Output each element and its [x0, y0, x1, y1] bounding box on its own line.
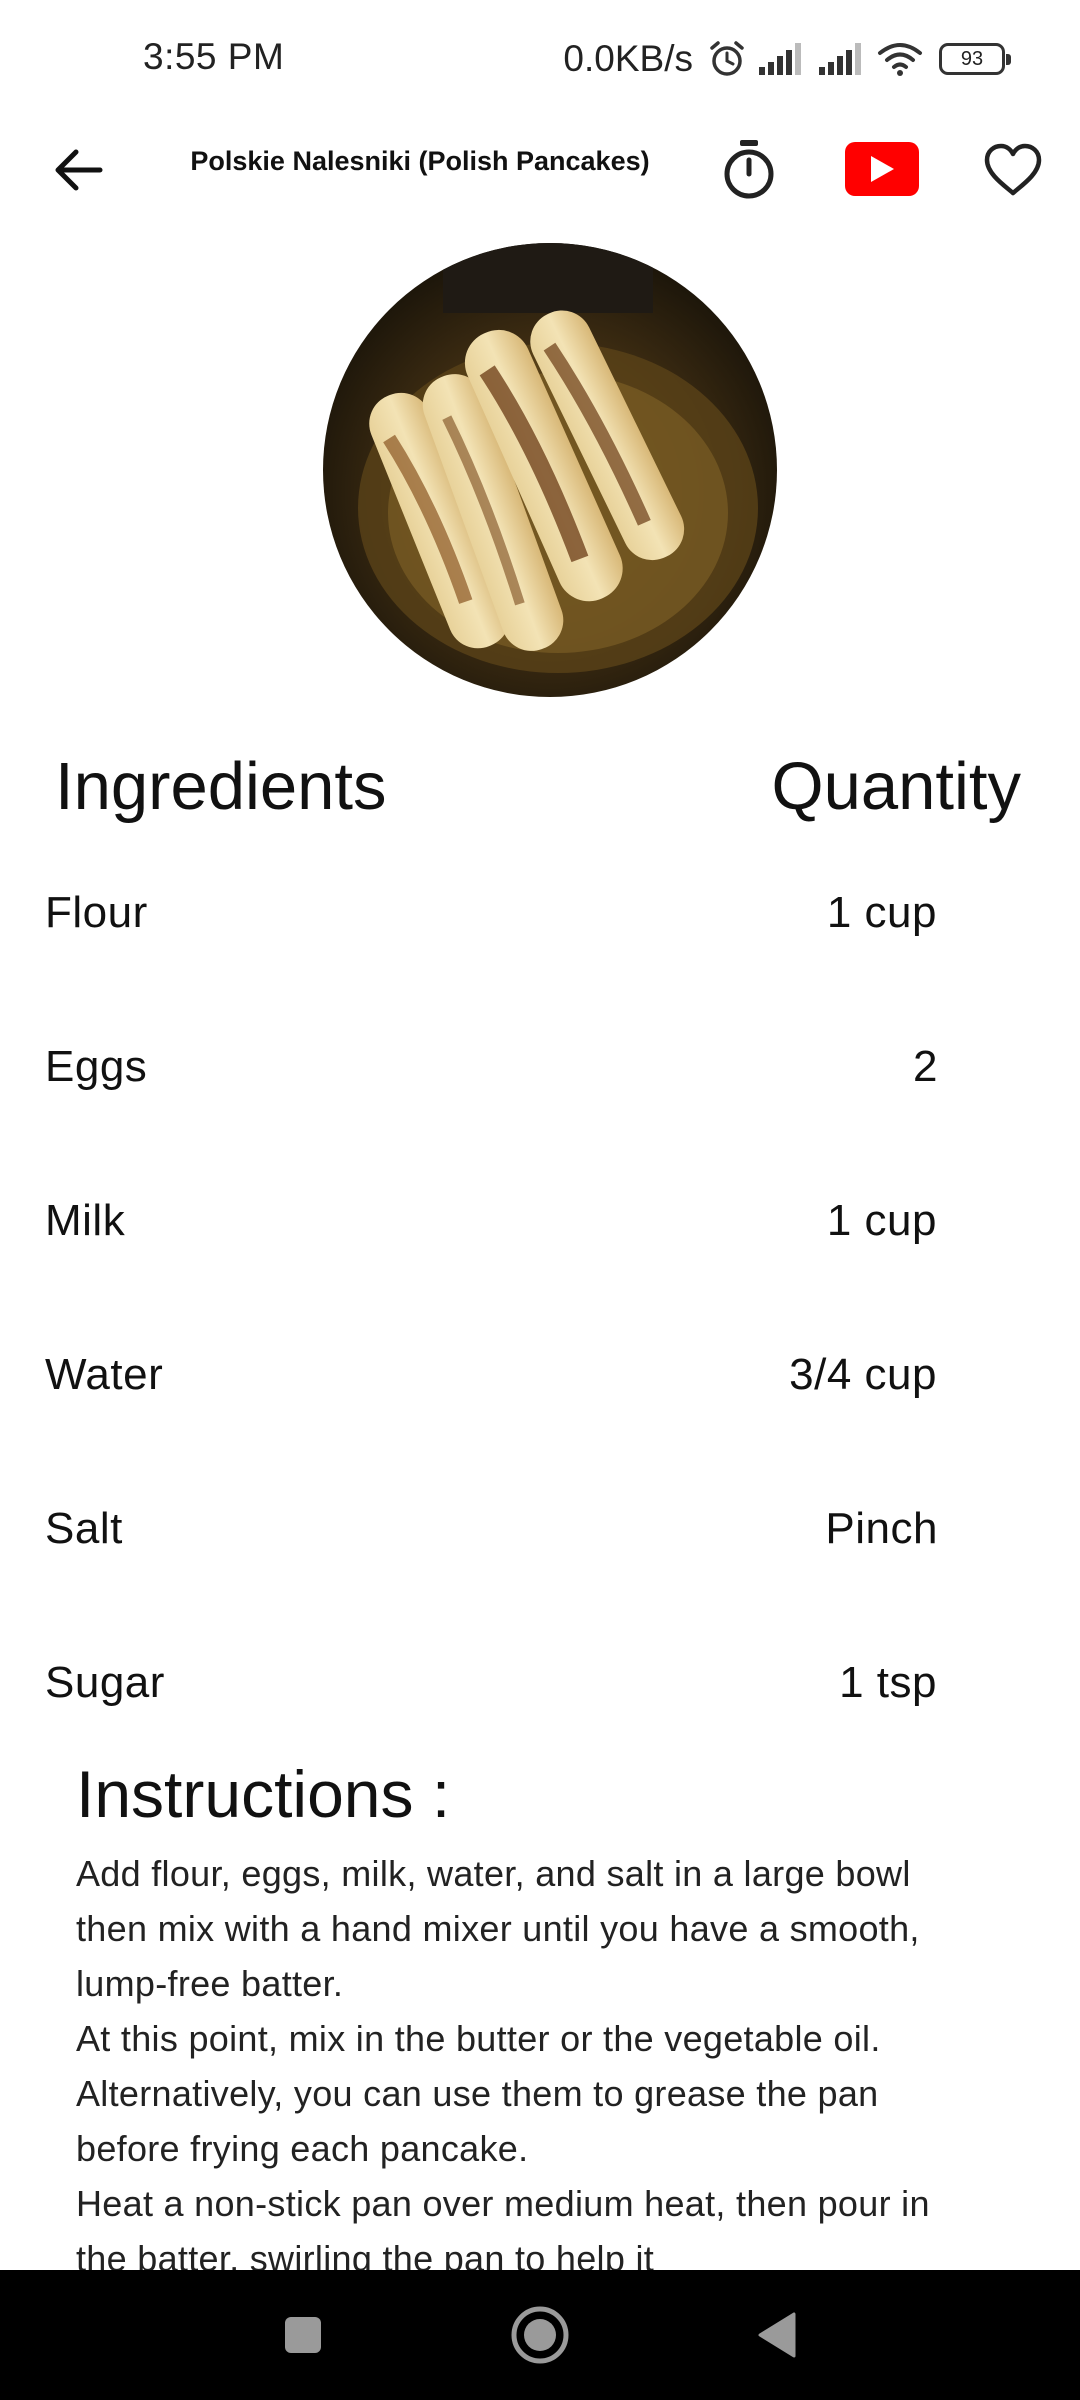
instructions-title: Instructions : [76, 1757, 451, 1831]
ingredient-name: Sugar [45, 1658, 165, 1707]
battery-level: 93 [960, 48, 984, 70]
signal-icon [757, 41, 807, 77]
ingredient-name: Eggs [45, 1042, 148, 1091]
network-speed: 0.0KB/s [563, 38, 693, 79]
ingredient-name: Flour [45, 888, 148, 937]
arrow-left-icon [55, 149, 103, 191]
ingredient-name: Salt [45, 1504, 123, 1553]
square-icon [285, 2317, 321, 2353]
ingredient-quantity: 1 tsp [839, 1658, 937, 1707]
ingredient-row: Flour 1 cup [0, 868, 1080, 1022]
ingredient-quantity: Pinch [825, 1504, 938, 1553]
ingredient-quantity: 2 [913, 1042, 938, 1091]
instruction-step: At this point, mix in the butter or the … [76, 2018, 881, 2169]
signal-icon [817, 41, 867, 77]
ingredient-row: Eggs 2 [0, 1022, 1080, 1176]
alarm-icon [707, 39, 747, 79]
wifi-icon [877, 41, 923, 77]
stopwatch-icon [724, 140, 774, 199]
heart-outline-icon [984, 143, 1042, 196]
recipe-detail-screen: 3:55 PM 0.0KB/s 93 Polskie Nalesniki (Po… [0, 0, 1080, 2400]
instructions-body: Add flour, eggs, milk, water, and salt i… [76, 1846, 976, 2286]
ingredient-quantity: 3/4 cup [789, 1350, 937, 1399]
triangle-back-icon [758, 2312, 796, 2358]
timer-button[interactable] [717, 134, 781, 204]
nav-back-button[interactable] [739, 2298, 813, 2372]
home-button[interactable] [503, 2298, 577, 2372]
ingredients-header: Ingredients Quantity [0, 748, 1080, 838]
recipe-title: Polskie Nalesniki (Polish Pancakes) [190, 146, 650, 176]
youtube-play-icon [871, 156, 894, 182]
youtube-button[interactable] [845, 142, 919, 196]
ingredient-row: Water 3/4 cup [0, 1330, 1080, 1484]
ingredients-column-header: Ingredients [55, 749, 387, 824]
ingredient-name: Water [45, 1350, 164, 1399]
recents-button[interactable] [266, 2298, 340, 2372]
ingredients-list: Flour 1 cup Eggs 2 Milk 1 cup Water 3/4 … [0, 868, 1080, 1792]
status-bar: 3:55 PM 0.0KB/s 93 [0, 0, 1080, 120]
ingredient-quantity: 1 cup [826, 1196, 937, 1245]
dish-photo [323, 243, 777, 697]
app-bar: Polskie Nalesniki (Polish Pancakes) [0, 120, 1080, 220]
ingredient-name: Milk [45, 1196, 126, 1245]
quantity-column-header: Quantity [771, 749, 1021, 824]
system-nav-bar [0, 2270, 1080, 2400]
status-time: 3:55 PM [143, 36, 285, 77]
favorite-button[interactable] [980, 138, 1046, 202]
status-indicators: 0.0KB/s 93 [563, 30, 1011, 88]
ingredient-row: Salt Pinch [0, 1484, 1080, 1638]
battery-icon: 93 [939, 43, 1011, 75]
back-button[interactable] [44, 136, 112, 204]
circle-icon [511, 2306, 569, 2364]
ingredient-row: Milk 1 cup [0, 1176, 1080, 1330]
ingredient-quantity: 1 cup [826, 888, 937, 937]
instruction-step: Add flour, eggs, milk, water, and salt i… [76, 1853, 920, 2004]
